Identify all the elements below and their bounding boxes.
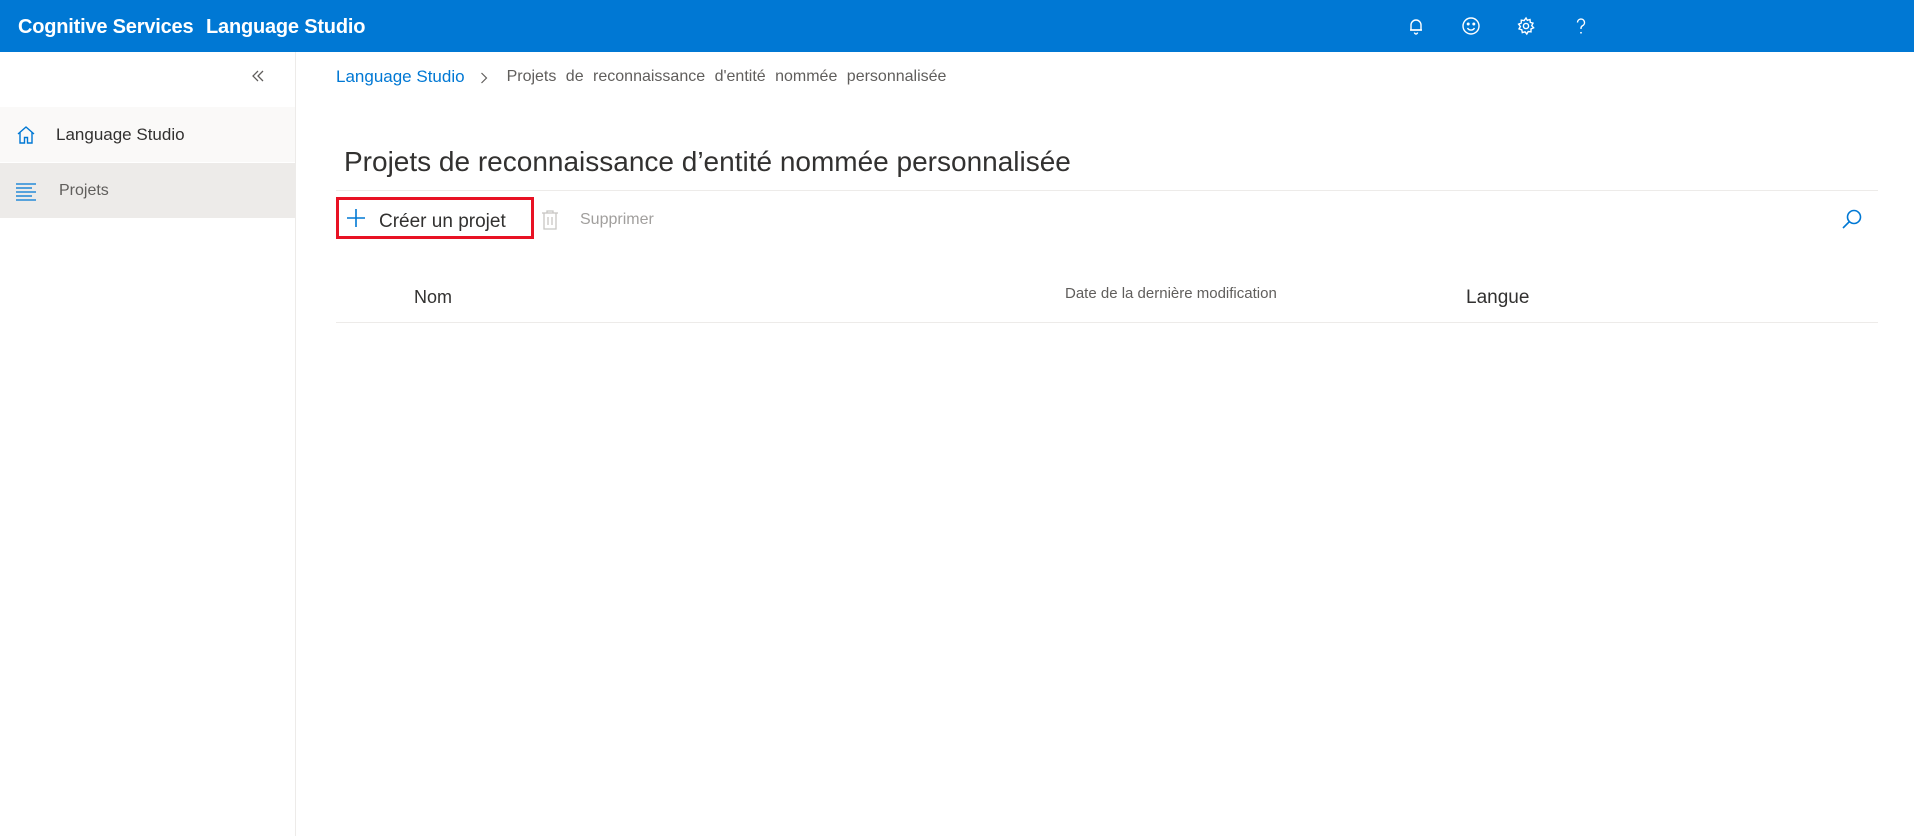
table-header: Nom Date de la dernière modification Lan… bbox=[336, 280, 1878, 323]
create-project-label: Créer un projet bbox=[379, 211, 506, 232]
help-icon[interactable] bbox=[1568, 13, 1594, 39]
chevron-right-icon bbox=[477, 70, 491, 84]
column-header-last-modified[interactable]: Date de la dernière modification bbox=[1065, 285, 1277, 302]
plus-icon bbox=[345, 207, 367, 229]
trash-icon bbox=[540, 209, 560, 231]
list-icon bbox=[15, 180, 37, 202]
brand-name[interactable]: Cognitive Services bbox=[18, 16, 194, 39]
breadcrumb-current: Projets de reconnaissance d'entité nommé… bbox=[506, 68, 947, 85]
breadcrumb-link-language-studio[interactable]: Language Studio bbox=[336, 67, 465, 87]
sidebar: Language Studio Projets bbox=[0, 52, 296, 836]
double-chevron-left-icon[interactable] bbox=[248, 66, 268, 86]
smiley-icon[interactable] bbox=[1458, 13, 1484, 39]
sidebar-item-label: Language Studio bbox=[56, 124, 185, 144]
page-title: Projets de reconnaissance d’entité nommé… bbox=[344, 146, 1071, 177]
product-name[interactable]: Language Studio bbox=[206, 16, 365, 39]
bell-icon[interactable] bbox=[1403, 13, 1429, 39]
delete-button[interactable]: Supprimer bbox=[540, 205, 654, 235]
column-header-language[interactable]: Langue bbox=[1466, 287, 1529, 309]
delete-label: Supprimer bbox=[580, 211, 654, 228]
create-project-button[interactable]: Créer un projet bbox=[336, 197, 534, 239]
search-icon[interactable] bbox=[1840, 207, 1864, 231]
column-header-name[interactable]: Nom bbox=[414, 287, 452, 308]
top-bar: Cognitive Services Language Studio bbox=[0, 0, 1914, 52]
sidebar-item-language-studio[interactable]: Language Studio bbox=[0, 107, 295, 162]
breadcrumb: Language Studio Projets de reconnaissanc… bbox=[336, 67, 946, 87]
sidebar-item-projects[interactable]: Projets bbox=[0, 163, 295, 218]
divider bbox=[336, 190, 1878, 191]
sidebar-item-label: Projets bbox=[59, 181, 109, 199]
gear-icon[interactable] bbox=[1513, 13, 1539, 39]
home-icon bbox=[15, 124, 37, 146]
